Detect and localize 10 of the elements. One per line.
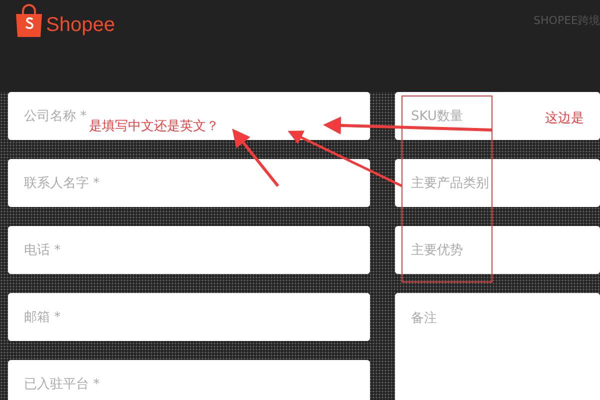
input-field[interactable]: 联系人名字 * (8, 159, 370, 207)
text-area[interactable]: 备注 (395, 293, 600, 400)
annotation-text: 是填写中文还是英文？ (89, 118, 219, 135)
input-field[interactable]: 主要产品类别 (395, 159, 600, 207)
input-field[interactable]: 邮箱 * (8, 293, 370, 341)
logo-text[interactable]: Shopee (46, 12, 115, 38)
input-field[interactable]: 电话 * (8, 226, 370, 274)
input-field[interactable]: 已入驻平台 * (8, 360, 370, 400)
input-field[interactable]: 主要优势 (395, 226, 600, 274)
annotation-text: 这边是 (545, 110, 584, 127)
